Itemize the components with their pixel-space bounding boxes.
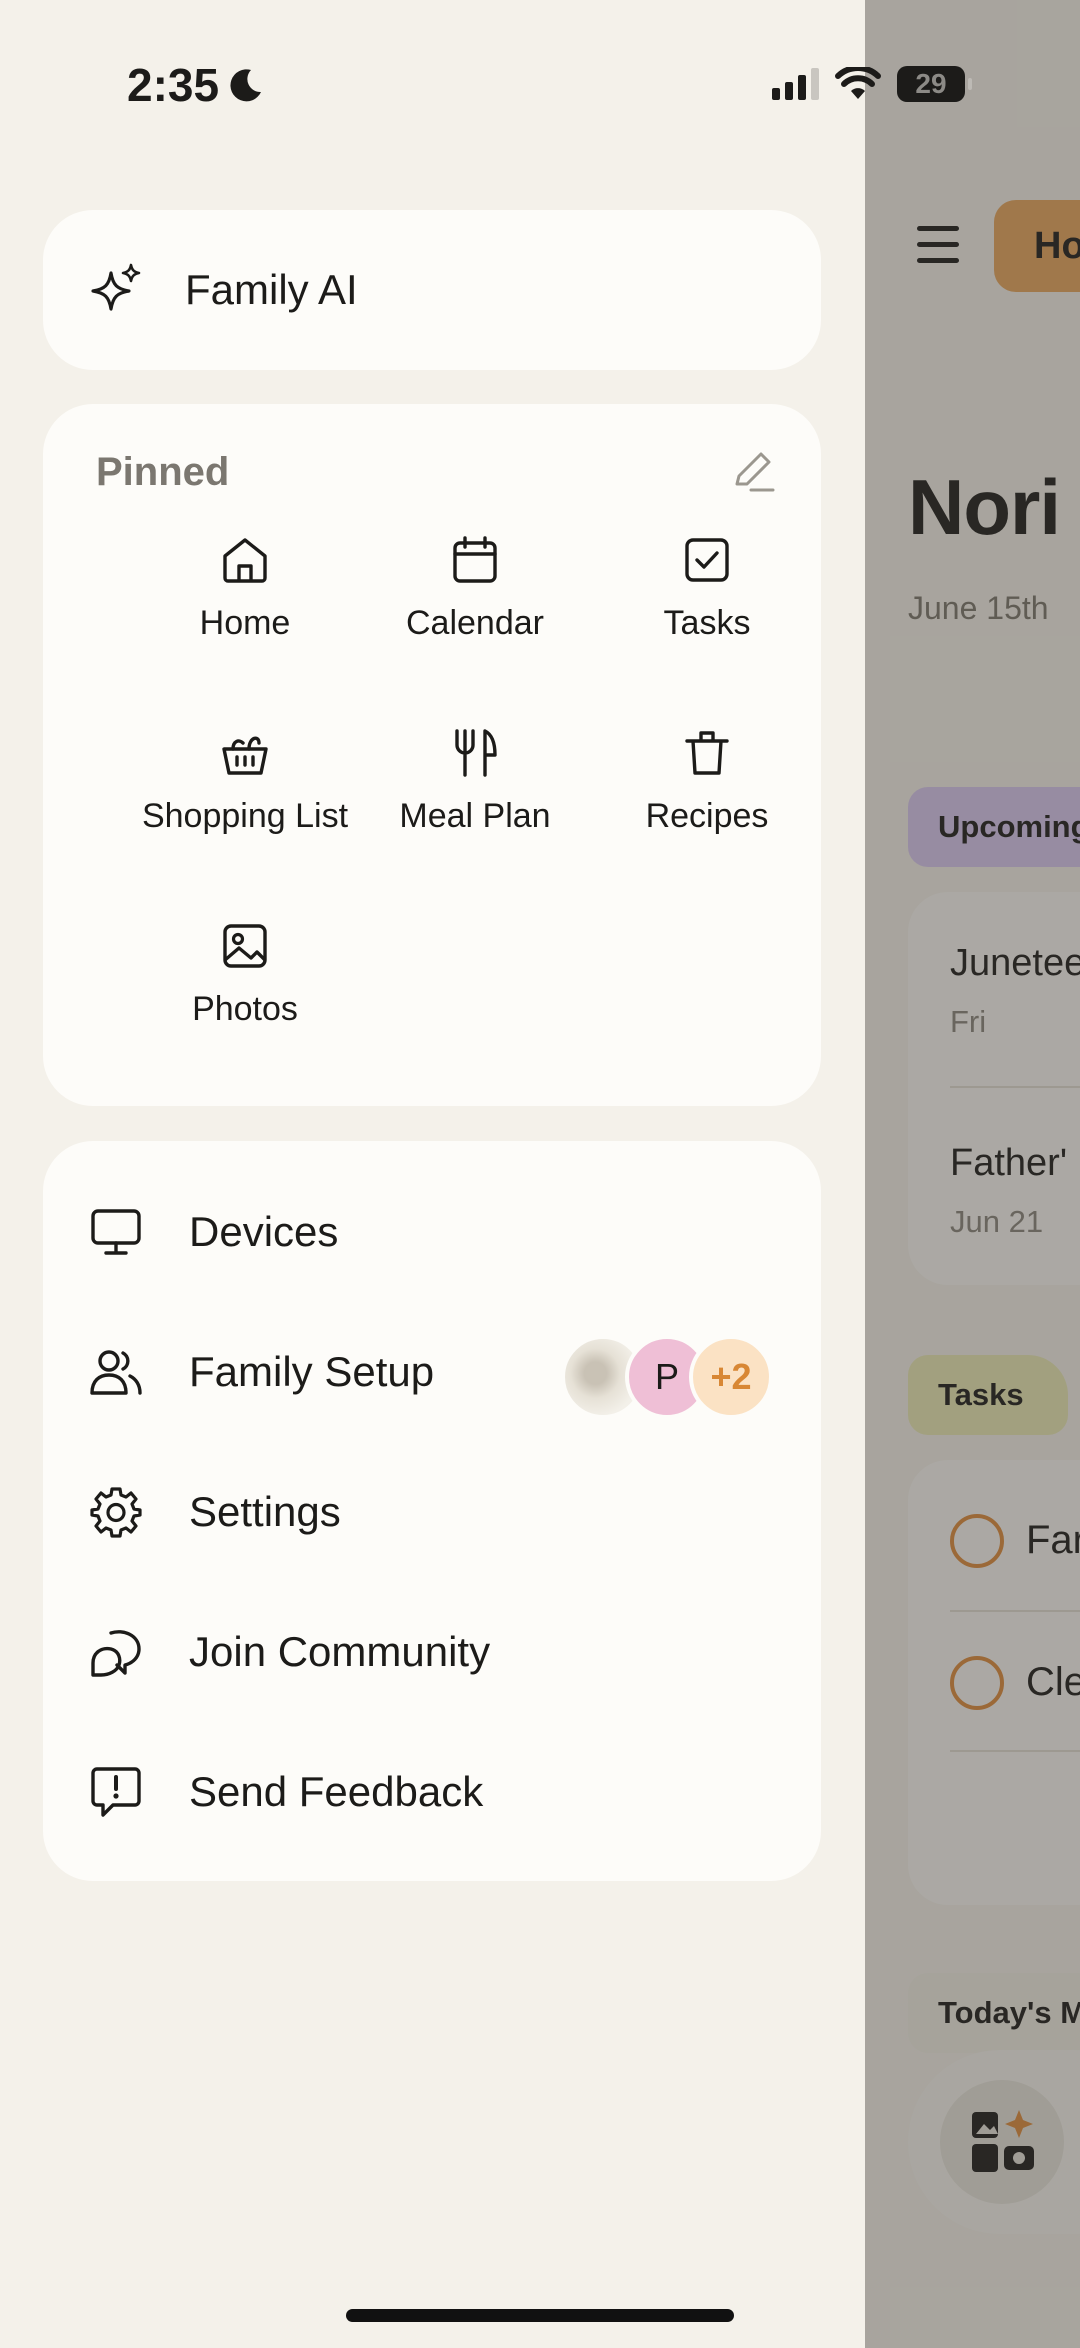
home-tab-chip[interactable]: Ho bbox=[994, 200, 1080, 292]
pinned-item-home[interactable]: Home bbox=[129, 534, 361, 643]
pinned-card: Pinned Home Calendar Tasks Shopping List… bbox=[43, 404, 821, 1106]
pinned-item-meal-plan[interactable]: Meal Plan bbox=[359, 727, 591, 836]
pinned-item-tasks[interactable]: Tasks bbox=[591, 534, 823, 643]
menu-item-label: Family Setup bbox=[189, 1348, 435, 1395]
add-media-button[interactable] bbox=[940, 2080, 1064, 2204]
menu-item-send-feedback[interactable]: Send Feedback bbox=[43, 1727, 821, 1857]
sparkle-icon bbox=[91, 263, 141, 311]
menu-item-devices[interactable]: Devices bbox=[43, 1167, 821, 1297]
feedback-icon bbox=[91, 1767, 141, 1817]
upcoming-events-card: Junetee Fri Father' Jun 21 bbox=[908, 892, 1080, 1285]
battery-level: 29 bbox=[915, 68, 947, 99]
pinned-item-label: Recipes bbox=[645, 797, 769, 835]
event-subtitle: Jun 21 bbox=[950, 1204, 1044, 1239]
menu-item-settings[interactable]: Settings bbox=[43, 1447, 821, 1577]
home-icon bbox=[223, 538, 267, 583]
tasks-card: Far Cle bbox=[908, 1460, 1080, 1905]
divider bbox=[950, 1086, 1080, 1088]
pinned-item-label: Shopping List bbox=[141, 797, 349, 835]
task-label: Cle bbox=[1026, 1660, 1080, 1704]
status-indicators: 29 bbox=[772, 66, 972, 102]
pencil-icon[interactable] bbox=[729, 446, 777, 494]
pot-icon bbox=[685, 731, 729, 775]
chat-bubbles-icon bbox=[91, 1630, 141, 1677]
event-title[interactable]: Father' bbox=[950, 1142, 1067, 1185]
users-icon bbox=[90, 1350, 142, 1395]
divider bbox=[950, 1750, 1080, 1752]
fab-container bbox=[908, 2050, 1080, 2234]
pinned-item-label: Photos bbox=[192, 990, 298, 1028]
wifi-icon bbox=[835, 67, 881, 99]
status-time-text: 2:35 bbox=[127, 59, 220, 111]
tasks-section-label: Tasks bbox=[908, 1355, 1068, 1435]
cellular-signal-icon bbox=[772, 68, 819, 100]
divider bbox=[950, 1610, 1080, 1612]
media-add-icon bbox=[972, 2110, 1034, 2172]
basket-icon bbox=[222, 736, 268, 775]
family-avatars: P +2 bbox=[561, 1335, 781, 1419]
monitor-icon bbox=[91, 1209, 141, 1255]
pinned-item-label: Calendar bbox=[406, 604, 544, 642]
menu-item-label: Settings bbox=[189, 1488, 341, 1535]
battery-icon: 29 bbox=[897, 66, 972, 102]
pinned-item-label: Meal Plan bbox=[399, 797, 551, 835]
avatar-overflow-count: +2 bbox=[689, 1335, 773, 1419]
pinned-item-label: Home bbox=[199, 604, 291, 642]
pinned-title: Pinned bbox=[96, 450, 230, 494]
background-app: Ho Nori June 15th Upcoming Junetee Fri F… bbox=[865, 0, 1080, 2348]
menu-item-label: Join Community bbox=[189, 1628, 491, 1675]
image-icon bbox=[223, 924, 267, 968]
task-checkbox[interactable] bbox=[950, 1514, 1004, 1568]
pinned-item-shopping-list[interactable]: Shopping List bbox=[129, 727, 361, 836]
page-title: Nori bbox=[908, 463, 1061, 551]
family-ai-label: Family AI bbox=[185, 266, 358, 313]
moon-icon bbox=[230, 69, 262, 102]
pinned-item-photos[interactable]: Photos bbox=[129, 920, 361, 1029]
menu-item-family-setup[interactable]: Family Setup P +2 bbox=[43, 1307, 821, 1437]
meals-section-label: Today's M bbox=[908, 1973, 1080, 2053]
event-title[interactable]: Junetee bbox=[950, 942, 1080, 985]
page-date: June 15th bbox=[908, 590, 1049, 626]
menu-item-label: Devices bbox=[189, 1208, 339, 1255]
pinned-item-label: Tasks bbox=[663, 604, 751, 642]
home-indicator[interactable] bbox=[346, 2309, 734, 2322]
gear-icon bbox=[90, 1487, 142, 1538]
status-time: 2:35 bbox=[127, 58, 265, 112]
pinned-item-calendar[interactable]: Calendar bbox=[359, 534, 591, 643]
task-label: Far bbox=[1026, 1518, 1080, 1562]
task-checkbox[interactable] bbox=[950, 1656, 1004, 1710]
upcoming-section-label: Upcoming bbox=[908, 787, 1080, 867]
pinned-item-recipes[interactable]: Recipes bbox=[591, 727, 823, 836]
side-drawer: 2:35 29 Family AI Pinned Home Calendar T… bbox=[0, 0, 972, 2348]
utensils-icon bbox=[455, 729, 497, 777]
event-subtitle: Fri bbox=[950, 1004, 987, 1039]
checkbox-icon bbox=[685, 538, 729, 582]
family-ai-button[interactable]: Family AI bbox=[43, 210, 821, 370]
menu-item-join-community[interactable]: Join Community bbox=[43, 1587, 821, 1717]
menu-item-label: Send Feedback bbox=[189, 1768, 484, 1815]
menu-card: Devices Family Setup P +2 Settings Join … bbox=[43, 1141, 821, 1881]
hamburger-menu-icon[interactable] bbox=[917, 226, 959, 264]
calendar-icon bbox=[453, 536, 497, 583]
